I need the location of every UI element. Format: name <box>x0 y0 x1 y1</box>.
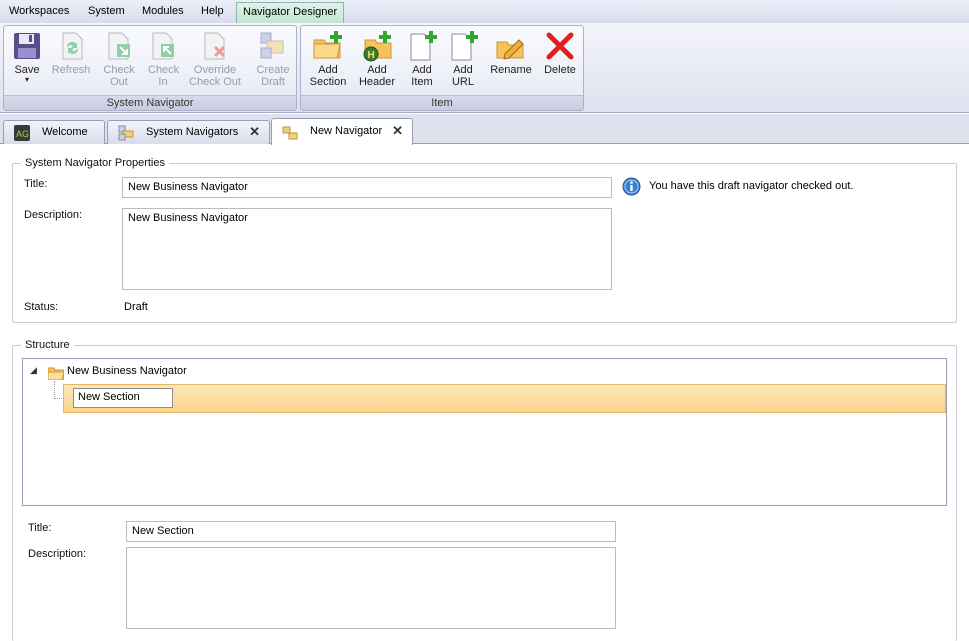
refresh-label: Refresh <box>51 64 91 76</box>
refresh-icon <box>62 32 83 60</box>
status-label: Status: <box>24 301 59 313</box>
check-out-label: Check Out <box>103 64 135 88</box>
status-value: Draft <box>124 301 148 313</box>
check-in-label: Check In <box>148 64 180 88</box>
navigator-title-field[interactable]: New Business Navigator <box>122 177 612 198</box>
add-item-label: Add Item <box>411 64 433 88</box>
override-check-out-button[interactable]: Override Check Out <box>189 30 241 88</box>
navigator-icon <box>282 126 298 140</box>
add-url-label: Add URL <box>451 64 474 88</box>
rename-label: Rename <box>490 64 532 76</box>
menu-bar: Workspaces System Modules Help Navigator… <box>0 0 969 23</box>
close-icon[interactable]: ✕ <box>249 121 260 143</box>
ag-logo-icon: AG <box>14 125 30 141</box>
folder-icon <box>48 367 64 380</box>
header-add-icon: H <box>363 31 392 62</box>
create-draft-button[interactable]: Create Draft <box>250 30 296 88</box>
tab-new-navigator-label: New Navigator <box>310 125 383 137</box>
title-label: Title: <box>24 178 48 190</box>
rename-button[interactable]: Rename <box>488 30 534 76</box>
menu-modules[interactable]: Modules <box>138 0 188 23</box>
rename-pencil-icon <box>496 39 524 60</box>
add-url-button[interactable]: Add URL <box>440 30 486 88</box>
check-out-icon <box>108 32 130 60</box>
check-in-icon <box>152 32 174 60</box>
add-section-label: Add Section <box>309 64 347 88</box>
tab-new-navigator[interactable]: New Navigator ✕ <box>271 118 413 145</box>
refresh-button[interactable]: Refresh <box>48 30 94 76</box>
tab-system-navigators-label: System Navigators <box>146 126 239 138</box>
group-label-system-navigator: System Navigator <box>4 95 296 110</box>
tab-system-navigators[interactable]: System Navigators ✕ <box>107 120 270 144</box>
url-add-icon <box>451 31 478 61</box>
group-label-item: Item <box>301 95 583 110</box>
add-section-button[interactable]: Add Section <box>305 30 351 88</box>
svg-text:AG: AG <box>16 129 29 139</box>
override-check-out-icon <box>204 32 226 60</box>
chevron-down-icon[interactable]: ▾ <box>4 76 50 84</box>
create-draft-label: Create Draft <box>256 64 290 88</box>
section-description-label: Description: <box>28 548 87 560</box>
tree-node-edit-box[interactable]: New Section <box>73 388 173 408</box>
check-in-button[interactable]: Check In <box>140 30 186 88</box>
add-header-label: Add Header <box>358 64 396 88</box>
section-title-label: Title: <box>28 522 52 534</box>
menu-workspaces[interactable]: Workspaces <box>5 0 73 23</box>
delete-label: Delete <box>544 64 576 76</box>
add-header-button[interactable]: H Add Header <box>354 30 400 88</box>
menu-system[interactable]: System <box>84 0 129 23</box>
check-out-button[interactable]: Check Out <box>96 30 142 88</box>
document-tabs: AG Welcome System Navigators ✕ New Navig… <box>0 114 969 145</box>
info-icon <box>622 177 641 196</box>
save-button[interactable]: Save ▾ <box>4 30 50 84</box>
section-description-field[interactable] <box>126 547 616 629</box>
structure-tree[interactable]: ◢ New Business Navigator New Section <box>22 358 947 506</box>
tree-connector <box>54 381 55 399</box>
group-system-navigator: Save ▾ Refresh Check Out Check In Overri… <box>3 25 297 111</box>
properties-legend: System Navigator Properties <box>21 157 169 169</box>
menu-help[interactable]: Help <box>197 0 228 23</box>
override-check-out-label: Override Check Out <box>189 64 241 88</box>
tree-root-node[interactable]: New Business Navigator <box>67 365 187 377</box>
structure-legend: Structure <box>21 339 74 351</box>
close-icon[interactable]: ✕ <box>392 120 403 142</box>
page-add-icon <box>410 31 437 61</box>
floppy-disk-icon <box>14 33 40 59</box>
menu-navigator-designer[interactable]: Navigator Designer <box>236 2 345 23</box>
tree-selected-row[interactable] <box>63 384 946 413</box>
add-item-button[interactable]: Add Item <box>399 30 445 88</box>
navigator-editor: System Navigator Properties Title: New B… <box>0 145 969 641</box>
group-item: Add Section H Add Header Add Item Add UR… <box>300 25 584 111</box>
svg-text:H: H <box>368 50 375 61</box>
navigator-description-field[interactable]: New Business Navigator <box>122 208 612 290</box>
folder-add-icon <box>313 31 342 59</box>
checkout-info-message: You have this draft navigator checked ou… <box>649 180 854 192</box>
create-draft-icon <box>260 32 284 59</box>
delete-button[interactable]: Delete <box>537 30 583 76</box>
tab-welcome-label: Welcome <box>42 126 88 138</box>
delete-x-icon <box>546 32 574 60</box>
section-title-field[interactable]: New Section <box>126 521 616 542</box>
ribbon: Save ▾ Refresh Check Out Check In Overri… <box>0 23 969 113</box>
tab-welcome[interactable]: AG Welcome <box>3 120 105 144</box>
description-label: Description: <box>24 209 83 221</box>
navigators-icon <box>118 125 134 141</box>
collapse-triangle-icon[interactable]: ◢ <box>30 365 37 376</box>
